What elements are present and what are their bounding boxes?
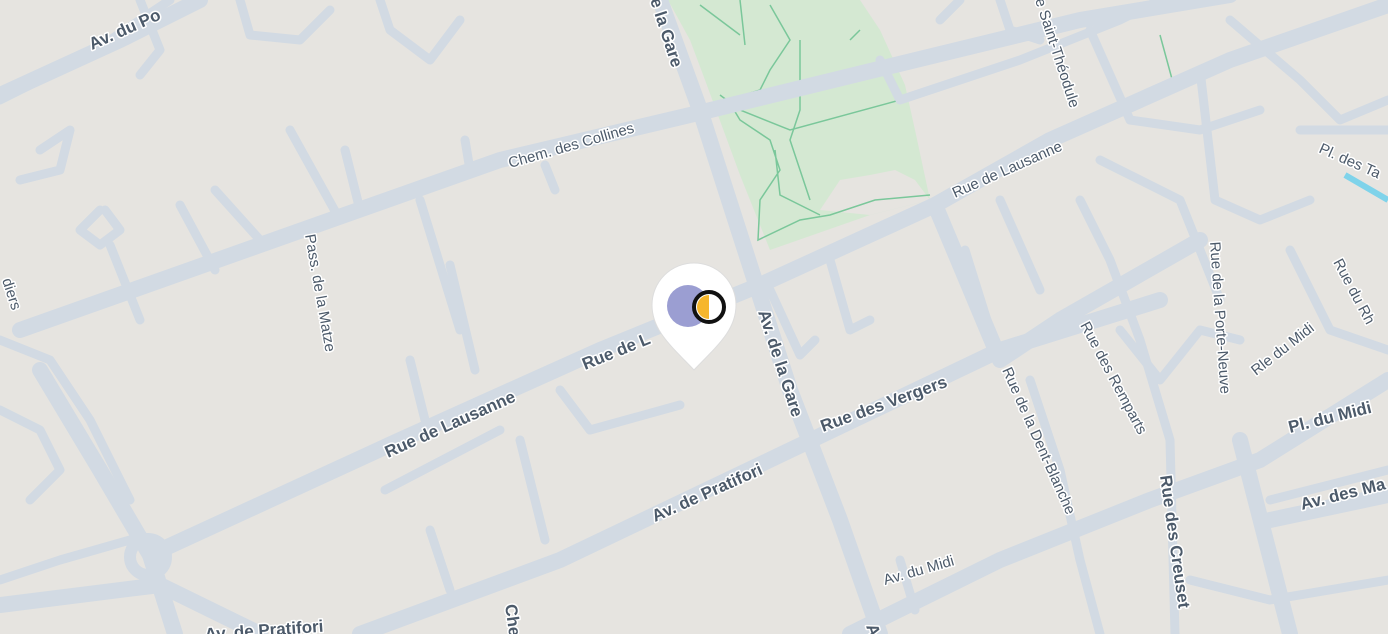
label-che: Che bbox=[501, 603, 524, 634]
map-canvas[interactable]: Av. du Po e la Gare Chem. des Collines e… bbox=[0, 0, 1388, 634]
